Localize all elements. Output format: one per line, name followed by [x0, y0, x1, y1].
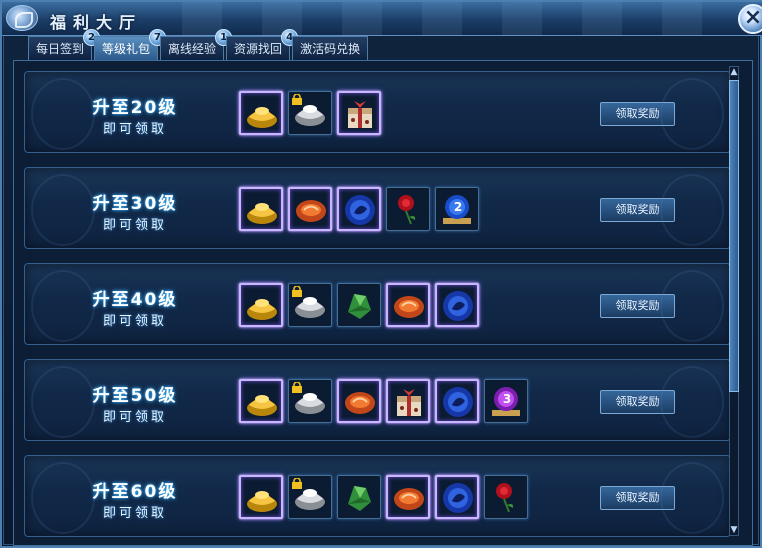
reward-item-slot[interactable]	[435, 283, 479, 327]
reward-item-slot[interactable]	[337, 475, 381, 519]
claim-reward-button[interactable]: 领取奖励	[600, 294, 675, 318]
tab-resource-recover[interactable]: 资源找回 4	[226, 29, 299, 60]
reward-item-slot[interactable]	[288, 379, 332, 423]
scroll-down-icon[interactable]: ▼	[729, 524, 739, 536]
reward-row: 升至20级即可领取 领取奖励	[24, 71, 731, 153]
tab-level-gift[interactable]: 等级礼包 7	[94, 29, 167, 60]
reward-item-slot[interactable]: 3	[484, 379, 528, 423]
tab-label: 激活码兑换	[300, 42, 361, 56]
item-number-label: 3	[502, 392, 512, 406]
reward-item-slot[interactable]	[288, 283, 332, 327]
reward-items: 3	[239, 379, 533, 423]
reward-row: 升至30级即可领取 2 领取奖励	[24, 167, 731, 249]
tab-bar: 每日签到 2 等级礼包 7 离线经验 1 资源找回 4 激活码兑换	[28, 29, 370, 60]
reward-item-slot[interactable]	[239, 475, 283, 519]
tab-offline-exp[interactable]: 离线经验 1	[160, 29, 233, 60]
reward-item-slot[interactable]	[239, 379, 283, 423]
level-requirement: 升至20级	[92, 98, 178, 118]
reward-item-slot[interactable]	[288, 91, 332, 135]
item-number-label: 2	[453, 200, 463, 214]
level-requirement: 升至60级	[92, 482, 178, 502]
claim-reward-button[interactable]: 领取奖励	[600, 486, 675, 510]
welfare-hall-window: 福利大厅 × 每日签到 2 等级礼包 7 离线经验 1 资源找回 4 激活码兑换…	[0, 0, 762, 548]
level-requirement: 升至50级	[92, 386, 178, 406]
reward-item-slot[interactable]	[239, 91, 283, 135]
tab-label: 离线经验	[168, 42, 217, 56]
claim-reward-button[interactable]: 领取奖励	[600, 102, 675, 126]
claimable-label: 即可领取	[102, 314, 167, 329]
claimable-label: 即可领取	[102, 218, 167, 233]
reward-item-slot[interactable]	[484, 475, 528, 519]
reward-item-slot[interactable]	[337, 283, 381, 327]
claim-reward-button[interactable]: 领取奖励	[600, 198, 675, 222]
reward-item-slot[interactable]	[337, 91, 381, 135]
close-button[interactable]: ×	[738, 4, 762, 34]
reward-item-slot[interactable]	[386, 283, 430, 327]
reward-items: 2	[239, 187, 484, 231]
reward-item-slot[interactable]	[239, 187, 283, 231]
reward-row: 升至40级即可领取 领取奖励	[24, 263, 731, 345]
reward-item-slot[interactable]	[337, 379, 381, 423]
reward-item-slot[interactable]	[337, 187, 381, 231]
close-icon: ×	[743, 5, 762, 30]
reward-item-slot[interactable]	[288, 187, 332, 231]
reward-list: 升至20级 即可领取 领取奖励 升至30级 即可领取 2 领取奖励 升至40级 即可领取 领取奖励…	[13, 60, 753, 546]
reward-item-slot[interactable]: 2	[435, 187, 479, 231]
reward-item-slot[interactable]	[386, 379, 430, 423]
tab-label: 资源找回	[234, 42, 283, 56]
title-bar[interactable]: 福利大厅	[2, 2, 762, 36]
reward-row: 升至60级即可领取 领取奖励	[24, 455, 731, 537]
reward-row: 升至50级即可领取 3 领取奖励	[24, 359, 731, 441]
reward-item-slot[interactable]	[386, 187, 430, 231]
claim-reward-button[interactable]: 领取奖励	[600, 390, 675, 414]
claimable-label: 即可领取	[102, 506, 167, 521]
claimable-label: 即可领取	[102, 122, 167, 137]
reward-item-slot[interactable]	[435, 379, 479, 423]
scroll-up-icon[interactable]: ▲	[729, 66, 739, 78]
claimable-label: 即可领取	[102, 410, 167, 425]
tab-label: 等级礼包	[102, 42, 151, 56]
reward-item-slot[interactable]	[386, 475, 430, 519]
reward-items	[239, 91, 386, 135]
reward-items	[239, 475, 533, 519]
reward-items	[239, 283, 484, 327]
tab-daily-signin[interactable]: 每日签到 2	[28, 29, 101, 60]
tab-label: 每日签到	[36, 42, 85, 56]
reward-item-slot[interactable]	[239, 283, 283, 327]
title-decoration	[182, 2, 734, 36]
reward-item-slot[interactable]	[435, 475, 479, 519]
reward-item-slot[interactable]	[288, 475, 332, 519]
scrollbar-thumb[interactable]	[729, 80, 739, 392]
emblem-icon	[6, 5, 38, 31]
level-requirement: 升至30级	[92, 194, 178, 214]
level-requirement: 升至40级	[92, 290, 178, 310]
tab-activation-code[interactable]: 激活码兑换	[292, 36, 369, 60]
